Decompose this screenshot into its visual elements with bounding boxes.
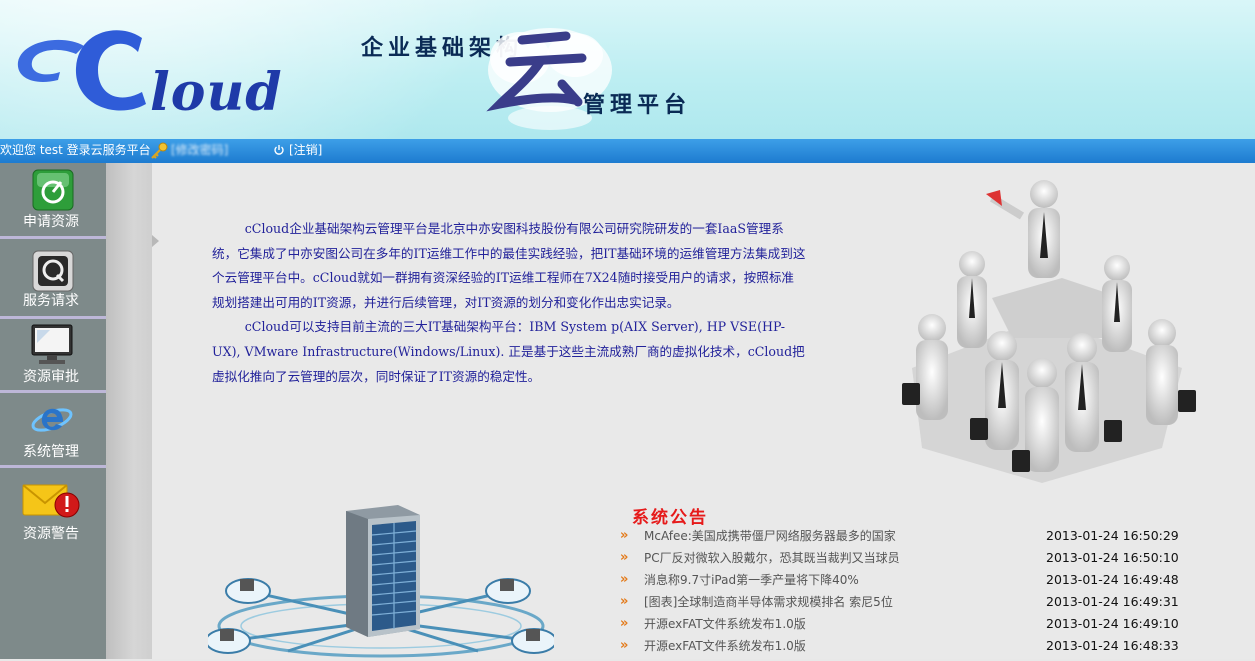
- nav-resource-warning[interactable]: 资源警告: [0, 471, 106, 543]
- monitor-approval-icon: [31, 324, 73, 364]
- nav-apply-resource[interactable]: 申请资源: [0, 163, 106, 239]
- nav-service-request[interactable]: 服务请求: [0, 243, 106, 319]
- status-bar: 欢迎您 test 登录云服务平台 [修改密码] [注销]: [0, 139, 1255, 163]
- nav-resource-approval[interactable]: 资源审批: [0, 317, 106, 393]
- notice-item[interactable]: » PC厂反对微软入股戴尔，恐其既当裁判又当球员 2013-01-24 16:5…: [620, 547, 1200, 569]
- chevron-right-icon: »: [620, 528, 629, 543]
- notice-time: 2013-01-24 16:50:29: [1046, 528, 1179, 543]
- notice-title[interactable]: [图表]全球制造商半导体需求规模排名 索尼5位: [644, 591, 893, 613]
- notice-item[interactable]: » 开源exFAT文件系统发布1.0版 2013-01-24 16:48:33: [620, 635, 1200, 657]
- tagline-bottom: 管理平台: [583, 93, 692, 118]
- welcome-text: 欢迎您 test 登录云服务平台: [0, 143, 151, 157]
- nav-label-apply-resource: 申请资源: [23, 214, 79, 230]
- chevron-right-icon: »: [620, 550, 629, 565]
- notice-time: 2013-01-24 16:48:33: [1046, 638, 1179, 653]
- system-ie-icon: [31, 408, 73, 432]
- notice-item[interactable]: » 消息称9.7寸iPad第一季产量将下降40% 2013-01-24 16:4…: [620, 569, 1200, 591]
- collapse-arrow-icon[interactable]: [152, 235, 159, 247]
- change-password-link[interactable]: [修改密码]: [171, 139, 228, 162]
- mail-alert-icon: [22, 484, 80, 518]
- intro-text: cCloud企业基础架构云管理平台是北京中亦安图科技股份有限公司研究院研发的一套…: [212, 217, 806, 389]
- sidebar-shadow-strip: [106, 163, 152, 659]
- notice-item[interactable]: » McAfee:美国成携带僵尸网络服务器最多的国家 2013-01-24 16…: [620, 525, 1200, 547]
- chevron-right-icon: »: [620, 572, 629, 587]
- notice-time: 2013-01-24 16:49:48: [1046, 572, 1179, 587]
- notice-time: 2013-01-24 16:50:10: [1046, 550, 1179, 565]
- apply-resource-icon: [32, 169, 74, 211]
- key-icon: [151, 142, 168, 159]
- notice-title[interactable]: 开源exFAT文件系统发布1.0版: [644, 613, 806, 635]
- notice-list: » McAfee:美国成携带僵尸网络服务器最多的国家 2013-01-24 16…: [620, 525, 1200, 657]
- notice-item[interactable]: » [图表]全球制造商半导体需求规模排名 索尼5位 2013-01-24 16:…: [620, 591, 1200, 613]
- intro-paragraph-1: cCloud企业基础架构云管理平台是北京中亦安图科技股份有限公司研究院研发的一套…: [212, 221, 806, 310]
- nav-label-system-management: 系统管理: [23, 444, 79, 460]
- notice-title[interactable]: PC厂反对微软入股戴尔，恐其既当裁判又当球员: [644, 547, 900, 569]
- notice-title[interactable]: 消息称9.7寸iPad第一季产量将下降40%: [644, 569, 859, 591]
- logo-wordmark: loud: [75, 30, 282, 122]
- nav-system-management[interactable]: 系统管理: [0, 392, 106, 468]
- svg-text:loud: loud: [150, 62, 282, 122]
- intro-paragraph-2: cCloud可以支持目前主流的三大IT基础架构平台：IBM System p(A…: [212, 319, 805, 384]
- notice-time: 2013-01-24 16:49:10: [1046, 616, 1179, 631]
- nav-label-resource-warning: 资源警告: [23, 526, 79, 542]
- chevron-right-icon: »: [620, 616, 629, 631]
- power-icon: [274, 145, 284, 155]
- sidebar: 申请资源 服务请求 资源审批 系统管理 资源警告: [0, 163, 106, 659]
- notice-item[interactable]: » 开源exFAT文件系统发布1.0版 2013-01-24 16:49:10: [620, 613, 1200, 635]
- business-people-illustration: [902, 180, 1196, 483]
- logout-link[interactable]: [注销]: [289, 139, 322, 162]
- notice-time: 2013-01-24 16:49:31: [1046, 594, 1179, 609]
- main-content: cCloud企业基础架构云管理平台是北京中亦安图科技股份有限公司研究院研发的一套…: [152, 163, 1255, 659]
- chevron-right-icon: »: [620, 594, 629, 609]
- nav-label-resource-approval: 资源审批: [23, 369, 79, 385]
- chevron-right-icon: »: [620, 638, 629, 653]
- server-network-illustration: [208, 505, 554, 658]
- service-request-icon: [32, 250, 74, 292]
- nav-label-service-request: 服务请求: [23, 293, 79, 309]
- divider: [0, 465, 106, 468]
- notice-title[interactable]: McAfee:美国成携带僵尸网络服务器最多的国家: [644, 525, 896, 547]
- notice-title[interactable]: 开源exFAT文件系统发布1.0版: [644, 635, 806, 657]
- header-banner: loud 企业基础架构 管理平台: [0, 0, 1255, 139]
- ccloud-logo: loud: [14, 14, 284, 124]
- divider: [0, 236, 106, 239]
